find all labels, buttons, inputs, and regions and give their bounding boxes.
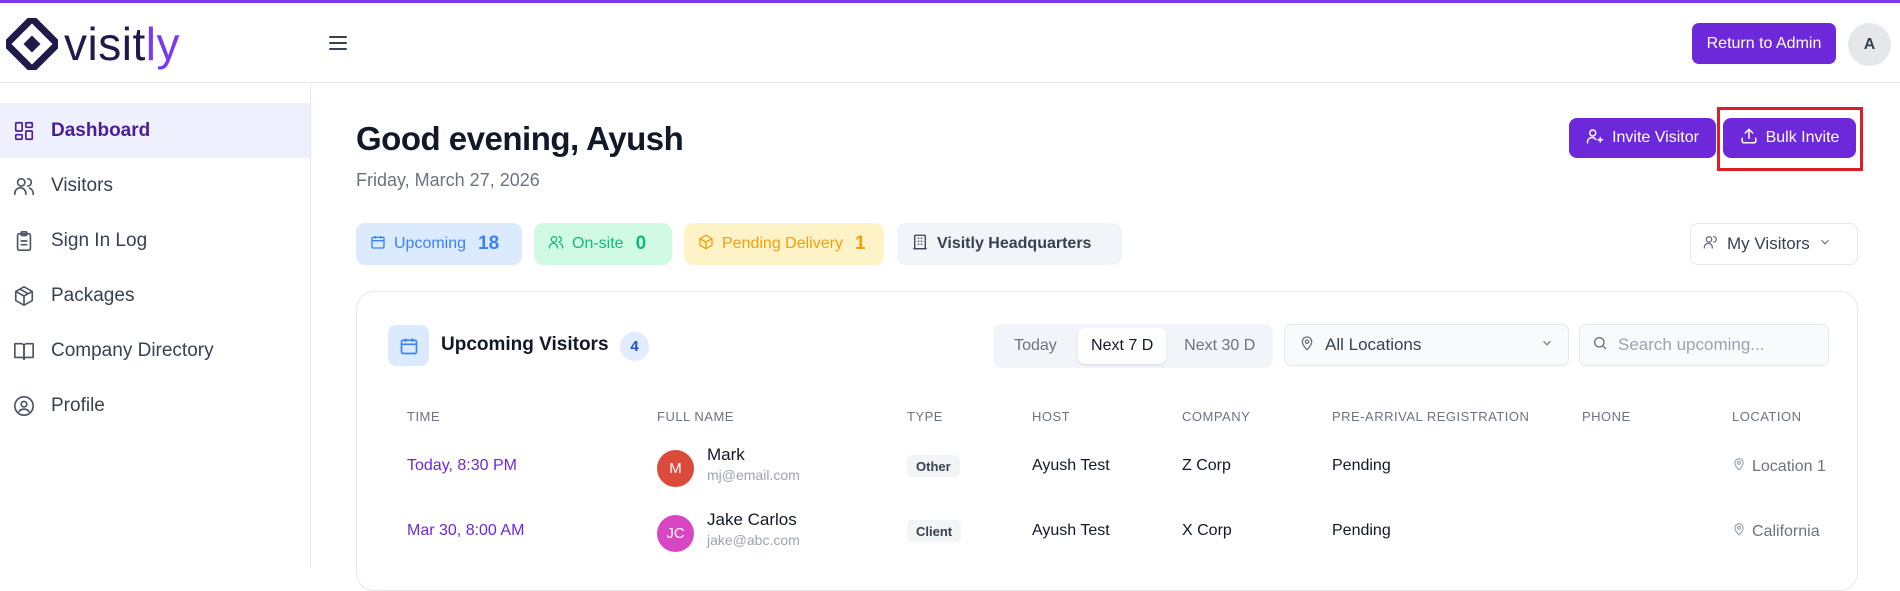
pending-count: 1 [854,233,866,254]
location-chip[interactable]: Visitly Headquarters [897,223,1122,265]
current-date: Friday, March 27, 2026 [356,170,540,190]
user-circle-icon [12,394,36,418]
sidebar-item-label: Packages [51,284,135,306]
onsite-stat-chip[interactable]: On-site 0 [534,223,672,265]
sidebar-item-label: Dashboard [51,119,151,141]
row-location: Location 1 [1732,457,1826,476]
sidebar-item-visitors[interactable]: Visitors [0,158,310,213]
sidebar: Dashboard Visitors Sign In Log Packages … [0,84,311,568]
range-today-button[interactable]: Today [997,328,1074,364]
row-time: Mar 30, 8:00 AM [407,522,525,539]
row-location: California [1732,522,1820,541]
upcoming-stat-chip[interactable]: Upcoming 18 [356,223,522,265]
row-time: Today, 8:30 PM [407,457,517,474]
return-to-admin-button[interactable]: Return to Admin [1692,23,1836,64]
row-registration: Pending [1332,522,1391,539]
sidebar-item-label: Profile [51,394,105,416]
logo-text: visitly [64,18,180,70]
chevron-down-icon [1540,335,1554,355]
clipboard-icon [12,229,36,253]
visitor-count-badge: 4 [620,332,649,361]
highlight-box [1717,107,1863,171]
users-icon [12,174,36,198]
top-header: visitly Return to Admin A [0,3,1900,83]
sidebar-item-label: Visitors [51,174,113,196]
user-plus-icon [1586,127,1604,150]
invite-visitor-button[interactable]: Invite Visitor [1569,118,1716,158]
search-upcoming-field[interactable] [1579,324,1829,366]
sidebar-item-company-directory[interactable]: Company Directory [0,323,310,378]
upcoming-count: 18 [478,233,500,254]
column-header-location: LOCATION [1732,409,1802,424]
calendar-icon [370,234,386,255]
map-pin-icon [1299,335,1315,356]
table-row[interactable]: Today, 8:30 PM M Mark mj@email.com Other… [357,440,1857,504]
row-company: Z Corp [1182,457,1231,474]
column-header-full-name: FULL NAME [657,409,734,424]
sidebar-item-packages[interactable]: Packages [0,268,310,323]
map-pin-icon [1732,522,1746,541]
date-range-toggle: Today Next 7 D Next 30 D [993,324,1273,368]
visitor-email: jake@abc.com [707,532,800,548]
package-icon [698,234,714,255]
page-title: Good evening, Ayush [356,120,684,157]
range-next-30-days-button[interactable]: Next 30 D [1170,328,1269,364]
visitor-name: Jake Carlos [707,510,797,529]
range-next-7-days-button[interactable]: Next 7 D [1077,328,1167,364]
column-header-registration: PRE-ARRIVAL REGISTRATION [1332,409,1530,424]
sidebar-item-sign-in-log[interactable]: Sign In Log [0,213,310,268]
visitor-type-badge: Other [907,455,960,477]
sidebar-item-dashboard[interactable]: Dashboard [0,103,310,158]
column-header-company: COMPANY [1182,409,1251,424]
sidebar-item-label: Company Directory [51,339,214,361]
search-icon [1592,335,1608,356]
upcoming-visitors-card: Upcoming Visitors 4 Today Next 7 D Next … [356,291,1858,591]
chevron-down-icon [1818,234,1832,254]
visitly-logo[interactable]: visitly [6,18,180,70]
map-pin-icon [1732,457,1746,476]
row-company: X Corp [1182,522,1232,539]
package-icon [12,284,36,308]
column-header-phone: PHONE [1582,409,1631,424]
row-registration: Pending [1332,457,1391,474]
visitor-type-badge: Client [907,520,962,542]
sidebar-item-profile[interactable]: Profile [0,378,310,433]
book-icon [12,339,36,363]
row-host: Ayush Test [1032,457,1110,474]
visitor-email: mj@email.com [707,467,800,483]
onsite-count: 0 [635,233,647,254]
dashboard-icon [12,119,36,143]
column-header-time: TIME [407,409,441,424]
main-content: Good evening, Ayush Friday, March 27, 20… [312,84,1900,591]
users-icon [1703,234,1719,255]
sidebar-item-label: Sign In Log [51,229,148,251]
user-avatar[interactable]: A [1848,23,1891,66]
calendar-icon [388,325,429,366]
column-header-host: HOST [1032,409,1071,424]
logo-mark-icon [6,18,58,70]
my-visitors-dropdown[interactable]: My Visitors [1690,223,1858,265]
location-select[interactable]: All Locations [1284,324,1569,366]
visitor-avatar: JC [657,515,694,552]
card-title: Upcoming Visitors [441,334,609,355]
building-icon [911,233,929,256]
pending-delivery-chip[interactable]: Pending Delivery 1 [684,223,884,265]
users-icon [548,234,564,255]
visitor-avatar: M [657,450,694,487]
menu-toggle-icon[interactable] [326,31,350,55]
search-input[interactable] [1618,335,1808,355]
row-host: Ayush Test [1032,522,1110,539]
column-header-type: TYPE [907,409,943,424]
visitor-name: Mark [707,445,745,464]
table-row[interactable]: Mar 30, 8:00 AM JC Jake Carlos jake@abc.… [357,505,1857,569]
